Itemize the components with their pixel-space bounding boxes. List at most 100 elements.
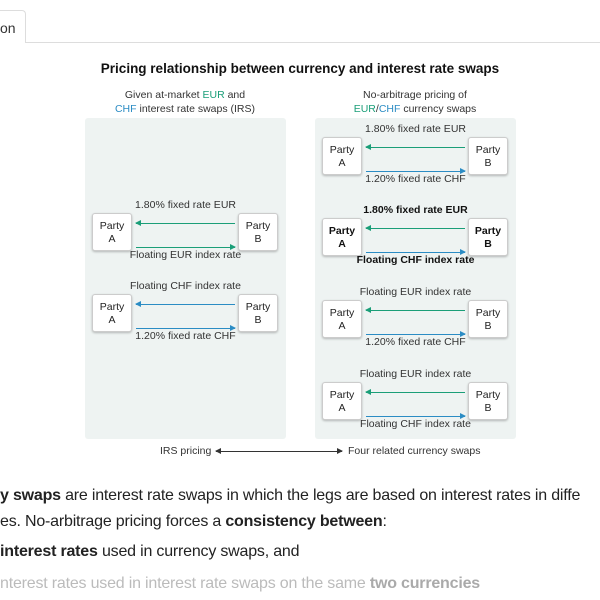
- party-text: A: [338, 238, 346, 250]
- arrow-right-icon: [366, 331, 466, 337]
- figure-title: Pricing relationship between currency an…: [100, 61, 500, 76]
- irs-panel: 1.80% fixed rate EUR Party A Party B Floating…: [85, 118, 286, 439]
- left-heading: Given at-market EUR and CHF interest rat…: [70, 88, 300, 116]
- party-text: Party: [245, 220, 271, 232]
- party-text: Party: [329, 389, 355, 401]
- party-text: Party: [475, 144, 501, 156]
- arrow-left-icon: [365, 144, 465, 150]
- chf-label: CHF: [378, 103, 401, 115]
- text: es. No-arbitrage pricing forces a: [0, 513, 226, 530]
- heading-text: interest rate swaps (IRS): [136, 103, 256, 115]
- arrow-left-icon: [365, 307, 465, 313]
- bottom-leg-label: Floating CHF index rate: [360, 418, 471, 430]
- arrow-left-icon: [365, 389, 465, 395]
- text: used in currency swaps, and: [97, 543, 300, 560]
- party-text: A: [108, 233, 116, 245]
- swap-diagram: Floating EUR index rate Party A Party B 1.20%…: [315, 286, 516, 356]
- heading-text: currency swaps: [400, 103, 477, 115]
- party-text: B: [254, 314, 262, 326]
- legend: IRS pricing Four related currency swaps: [0, 445, 600, 459]
- party-text: Party: [328, 225, 356, 237]
- tab-label: on: [0, 20, 16, 36]
- text: :: [382, 513, 387, 530]
- arrow-left-icon: [135, 301, 235, 307]
- top-leg-label: Floating CHF index rate: [130, 280, 241, 292]
- party-a-box: Party A: [322, 300, 362, 338]
- party-text: A: [338, 402, 346, 414]
- text: nterest rates used in interest rate swap…: [0, 575, 370, 592]
- top-leg-label: 1.80% fixed rate EUR: [363, 204, 468, 216]
- bottom-leg-label: 1.20% fixed rate CHF: [365, 336, 466, 348]
- eur-label: EUR: [202, 89, 225, 101]
- legend-right-label: Four related currency swaps: [348, 445, 481, 457]
- party-b-box: Party B: [468, 137, 508, 175]
- tab-bar-divider: [0, 42, 600, 43]
- party-text: B: [484, 402, 492, 414]
- arrow-right-icon: [136, 244, 236, 250]
- party-text: A: [338, 157, 346, 169]
- party-b-box: Party B: [468, 218, 508, 256]
- top-leg-label: Floating EUR index rate: [359, 286, 472, 298]
- paragraph-line: y swaps are interest rate swaps in which…: [0, 484, 600, 508]
- party-text: Party: [474, 225, 502, 237]
- party-text: Party: [329, 144, 355, 156]
- party-a-box: Party A: [92, 294, 132, 332]
- party-text: B: [484, 238, 492, 250]
- party-b-box: Party B: [468, 382, 508, 420]
- party-text: A: [338, 320, 346, 332]
- tab-active[interactable]: on: [0, 10, 26, 43]
- arrow-right-icon: [366, 249, 466, 255]
- bottom-leg-label: 1.20% fixed rate CHF: [365, 173, 466, 185]
- party-text: A: [108, 314, 116, 326]
- double-arrow-icon: [215, 448, 343, 454]
- arrow-left-icon: [135, 220, 235, 226]
- arrow-left-icon: [365, 225, 465, 231]
- party-text: B: [484, 320, 492, 332]
- party-a-box: Party A: [92, 213, 132, 251]
- top-leg-label: 1.80% fixed rate EUR: [365, 123, 466, 135]
- legend-left-label: IRS pricing: [160, 445, 212, 457]
- party-text: Party: [245, 301, 271, 313]
- swap-diagram: 1.80% fixed rate EUR Party A Party B 1.20% fi…: [315, 123, 516, 193]
- party-text: B: [484, 157, 492, 169]
- party-b-box: Party B: [238, 213, 278, 251]
- right-heading: No-arbitrage pricing of EUR/CHF currency…: [300, 88, 530, 116]
- currency-swaps-panel: 1.80% fixed rate EUR Party A Party B 1.20% fi…: [315, 118, 516, 439]
- party-text: Party: [99, 220, 125, 232]
- swap-diagram: 1.80% fixed rate EUR Party A Party B Floating…: [315, 204, 516, 274]
- bottom-leg-label: Floating EUR index rate: [129, 249, 242, 261]
- heading-text: No-arbitrage pricing of: [363, 89, 467, 101]
- arrow-right-icon: [366, 413, 466, 419]
- party-text: B: [254, 233, 262, 245]
- party-b-box: Party B: [468, 300, 508, 338]
- top-leg-label: Floating EUR index rate: [359, 368, 472, 380]
- arrow-right-icon: [136, 325, 236, 331]
- swap-diagram: 1.80% fixed rate EUR Party A Party B Floating…: [85, 199, 286, 269]
- arrow-right-icon: [366, 168, 466, 174]
- bold-term: interest rates: [0, 543, 98, 560]
- party-text: Party: [475, 389, 501, 401]
- bold-term: two currencies: [369, 575, 480, 592]
- list-item: interest rates used in currency swaps, a…: [0, 540, 600, 564]
- text: are interest rate swaps in which the leg…: [60, 487, 581, 504]
- chf-label: CHF: [114, 103, 137, 115]
- party-a-box: Party A: [322, 137, 362, 175]
- party-a-box: Party A: [322, 218, 362, 256]
- body-text: y swaps are interest rate swaps in which…: [0, 484, 600, 596]
- party-b-box: Party B: [238, 294, 278, 332]
- eur-label: EUR: [353, 103, 376, 115]
- bold-term: y swaps: [0, 487, 61, 504]
- party-a-box: Party A: [322, 382, 362, 420]
- party-text: Party: [99, 301, 125, 313]
- swap-diagram: Floating CHF index rate Party A Party B 1.20%…: [85, 280, 286, 350]
- paragraph-line: es. No-arbitrage pricing forces a consis…: [0, 510, 600, 534]
- bottom-leg-label: Floating CHF index rate: [356, 254, 475, 266]
- party-text: Party: [475, 307, 501, 319]
- bottom-leg-label: 1.20% fixed rate CHF: [135, 330, 236, 342]
- party-text: Party: [329, 307, 355, 319]
- bold-term: consistency between: [225, 513, 383, 530]
- heading-text: Given at-market: [124, 89, 203, 101]
- list-item: nterest rates used in interest rate swap…: [0, 572, 600, 596]
- heading-text: and: [224, 89, 246, 101]
- swap-diagram: Floating EUR index rate Party A Party B Float…: [315, 368, 516, 438]
